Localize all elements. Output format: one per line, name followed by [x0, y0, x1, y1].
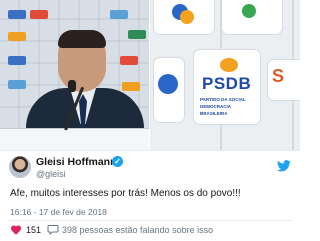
twitter-bird-icon[interactable] [277, 160, 291, 172]
person-hair [58, 30, 106, 48]
author-handle[interactable]: @gleisi [36, 169, 66, 179]
tweet-timestamp[interactable]: 16:16 - 17 de fev de 2018 [10, 207, 107, 217]
microphone-icon [68, 80, 76, 92]
backdrop-logo [8, 10, 26, 19]
verified-badge-icon: ✓ [112, 156, 123, 167]
psdb-subtitle: PARTIDO DA SOCIAL DEMOCRACIA BRASILEIRA [200, 97, 246, 116]
party-logo-shape [158, 74, 178, 94]
backdrop-logo [8, 32, 26, 41]
like-count: 151 [26, 225, 42, 235]
news-photo-collage: PSDB PARTIDO DA SOCIAL DEMOCRACIA BRASIL… [0, 0, 300, 150]
divider [8, 220, 292, 221]
party-backdrop-photo: PSDB PARTIDO DA SOCIAL DEMOCRACIA BRASIL… [150, 0, 300, 150]
tweet-card[interactable]: Gleisi Hoffmann ✓ @gleisi Afe, muitos in… [0, 150, 300, 241]
party-logo-shape [242, 4, 256, 18]
tweet-text: Afe, muitos interesses por trás! Menos o… [10, 188, 241, 199]
avatar[interactable] [9, 156, 31, 178]
backdrop-logo [120, 56, 138, 65]
party-logo-shape [180, 10, 194, 24]
psdb-toucan-icon [220, 58, 238, 72]
heart-icon[interactable] [10, 224, 22, 235]
backdrop-logo [30, 10, 48, 19]
backdrop-logo [8, 80, 26, 89]
speaker-photo [0, 0, 149, 150]
desk [0, 128, 149, 150]
author-name[interactable]: Gleisi Hoffmann [36, 156, 117, 168]
backdrop-logo [110, 10, 128, 19]
backdrop-logo [8, 56, 26, 65]
reply-bubble-icon[interactable] [47, 224, 59, 235]
party-logo-letter: S [272, 66, 285, 86]
backdrop-logo [128, 30, 146, 39]
backdrop-logo [122, 82, 140, 91]
talking-about-count[interactable]: 398 pessoas estão falando sobre isso [62, 225, 213, 235]
psdb-label: PSDB [202, 74, 252, 93]
